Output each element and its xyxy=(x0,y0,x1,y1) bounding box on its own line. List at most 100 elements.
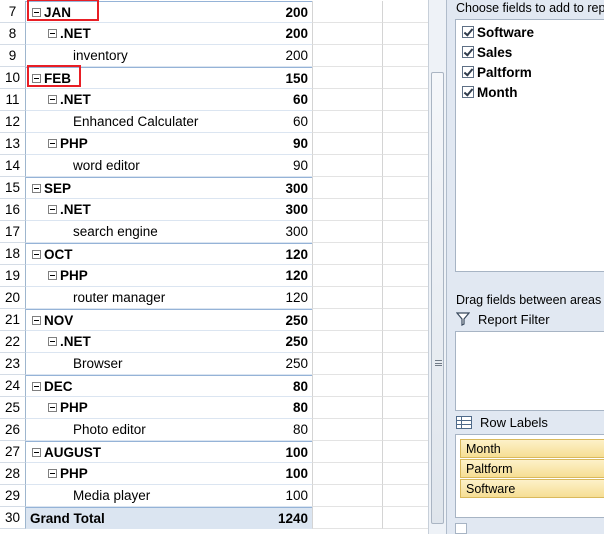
row-number[interactable]: 29 xyxy=(0,485,26,507)
row-label-cell[interactable]: Photo editor 80 xyxy=(26,419,312,441)
pivot-row[interactable]: 18 OCT 120 xyxy=(0,243,428,265)
pivot-row[interactable]: 10 FEB 150 xyxy=(0,65,428,89)
field-item-month[interactable]: Month xyxy=(462,83,517,103)
empty-cell[interactable] xyxy=(312,23,382,45)
pivot-row[interactable]: 7 JAN 200 xyxy=(0,0,428,23)
empty-cell[interactable] xyxy=(382,89,428,111)
empty-cell[interactable] xyxy=(312,419,382,441)
row-number[interactable]: 15 xyxy=(0,177,26,199)
row-number[interactable]: 13 xyxy=(0,133,26,155)
pivot-row[interactable]: 11 .NET 60 xyxy=(0,89,428,111)
empty-cell[interactable] xyxy=(312,155,382,177)
field-item-paltform[interactable]: Paltform xyxy=(462,63,532,83)
empty-cell[interactable] xyxy=(382,199,428,221)
row-number[interactable]: 7 xyxy=(0,1,26,23)
empty-cell[interactable] xyxy=(382,243,428,265)
empty-cell[interactable] xyxy=(312,67,382,89)
empty-cell[interactable] xyxy=(312,89,382,111)
collapse-minus-icon[interactable] xyxy=(48,337,57,346)
pivot-row[interactable]: 25 PHP 80 xyxy=(0,397,428,419)
empty-cell[interactable] xyxy=(312,309,382,331)
pivot-row[interactable]: 12 Enhanced Calculater 60 xyxy=(0,111,428,133)
row-number[interactable]: 22 xyxy=(0,331,26,353)
row-number[interactable]: 17 xyxy=(0,221,26,243)
row-number[interactable]: 24 xyxy=(0,375,26,397)
empty-cell[interactable] xyxy=(312,111,382,133)
pivot-row[interactable]: 8 .NET 200 xyxy=(0,23,428,45)
row-number[interactable]: 27 xyxy=(0,441,26,463)
field-item-sales[interactable]: Sales xyxy=(462,43,512,63)
empty-cell[interactable] xyxy=(312,375,382,397)
empty-cell[interactable] xyxy=(382,23,428,45)
pivot-row[interactable]: 13 PHP 90 xyxy=(0,133,428,155)
row-label-cell[interactable]: .NET 300 xyxy=(26,199,312,221)
row-number[interactable]: 14 xyxy=(0,155,26,177)
row-label-cell[interactable]: .NET 60 xyxy=(26,89,312,111)
empty-cell[interactable] xyxy=(382,507,428,529)
checkbox-checked-icon[interactable] xyxy=(462,66,474,78)
empty-cell[interactable] xyxy=(382,287,428,309)
empty-cell[interactable] xyxy=(382,419,428,441)
collapse-minus-icon[interactable] xyxy=(32,382,41,391)
row-label-cell[interactable]: word editor 90 xyxy=(26,155,312,177)
pivot-row[interactable]: 22 .NET 250 xyxy=(0,331,428,353)
row-label-cell[interactable]: PHP 80 xyxy=(26,397,312,419)
collapse-minus-icon[interactable] xyxy=(48,403,57,412)
row-number[interactable]: 10 xyxy=(0,67,26,89)
checkbox-checked-icon[interactable] xyxy=(462,26,474,38)
empty-cell[interactable] xyxy=(382,177,428,199)
empty-cell[interactable] xyxy=(312,441,382,463)
pivot-row[interactable]: 28 PHP 100 xyxy=(0,463,428,485)
empty-cell[interactable] xyxy=(382,485,428,507)
row-number[interactable]: 8 xyxy=(0,23,26,45)
pivot-row[interactable]: 24 DEC 80 xyxy=(0,375,428,397)
row-label-cell[interactable]: NOV 250 xyxy=(26,309,312,331)
empty-cell[interactable] xyxy=(312,287,382,309)
collapse-minus-icon[interactable] xyxy=(32,448,41,457)
row-number[interactable]: 18 xyxy=(0,243,26,265)
empty-cell[interactable] xyxy=(312,45,382,67)
empty-cell[interactable] xyxy=(382,155,428,177)
row-label-cell[interactable]: OCT 120 xyxy=(26,243,312,265)
collapse-minus-icon[interactable] xyxy=(48,139,57,148)
empty-cell[interactable] xyxy=(382,441,428,463)
collapse-minus-icon[interactable] xyxy=(32,316,41,325)
grand-total-row[interactable]: 30 Grand Total 1240 xyxy=(0,507,428,529)
pivot-row[interactable]: 26 Photo editor 80 xyxy=(0,419,428,441)
collapse-minus-icon[interactable] xyxy=(48,271,57,280)
empty-cell[interactable] xyxy=(312,199,382,221)
pivot-row[interactable]: 23 Browser 250 xyxy=(0,353,428,375)
row-label-cell[interactable]: DEC 80 xyxy=(26,375,312,397)
collapse-minus-icon[interactable] xyxy=(32,184,41,193)
row-label-cell[interactable]: search engine 300 xyxy=(26,221,312,243)
empty-cell[interactable] xyxy=(382,397,428,419)
empty-cell[interactable] xyxy=(382,67,428,89)
row-label-cell[interactable]: PHP 120 xyxy=(26,265,312,287)
empty-cell[interactable] xyxy=(312,331,382,353)
pivot-row[interactable]: 9 inventory 200 xyxy=(0,45,428,67)
row-number[interactable]: 21 xyxy=(0,309,26,331)
row-number[interactable]: 28 xyxy=(0,463,26,485)
empty-cell[interactable] xyxy=(312,397,382,419)
pivot-row[interactable]: 20 router manager 120 xyxy=(0,287,428,309)
row-field-software[interactable]: Software xyxy=(460,479,604,498)
pivot-row[interactable]: 21 NOV 250 xyxy=(0,309,428,331)
empty-cell[interactable] xyxy=(382,265,428,287)
empty-cell[interactable] xyxy=(382,133,428,155)
empty-cell[interactable] xyxy=(312,1,382,23)
row-number[interactable]: 11 xyxy=(0,89,26,111)
row-label-cell[interactable]: Grand Total 1240 xyxy=(26,507,312,529)
checkbox-checked-icon[interactable] xyxy=(462,46,474,58)
row-field-month[interactable]: Month xyxy=(460,439,604,458)
row-number[interactable]: 19 xyxy=(0,265,26,287)
row-number[interactable]: 26 xyxy=(0,419,26,441)
pivot-row[interactable]: 17 search engine 300 xyxy=(0,221,428,243)
collapse-minus-icon[interactable] xyxy=(48,469,57,478)
empty-cell[interactable] xyxy=(312,463,382,485)
collapse-minus-icon[interactable] xyxy=(48,95,57,104)
row-label-cell[interactable]: SEP 300 xyxy=(26,177,312,199)
row-field-paltform[interactable]: Paltform xyxy=(460,459,604,478)
empty-cell[interactable] xyxy=(312,485,382,507)
empty-cell[interactable] xyxy=(312,177,382,199)
row-number[interactable]: 9 xyxy=(0,45,26,67)
